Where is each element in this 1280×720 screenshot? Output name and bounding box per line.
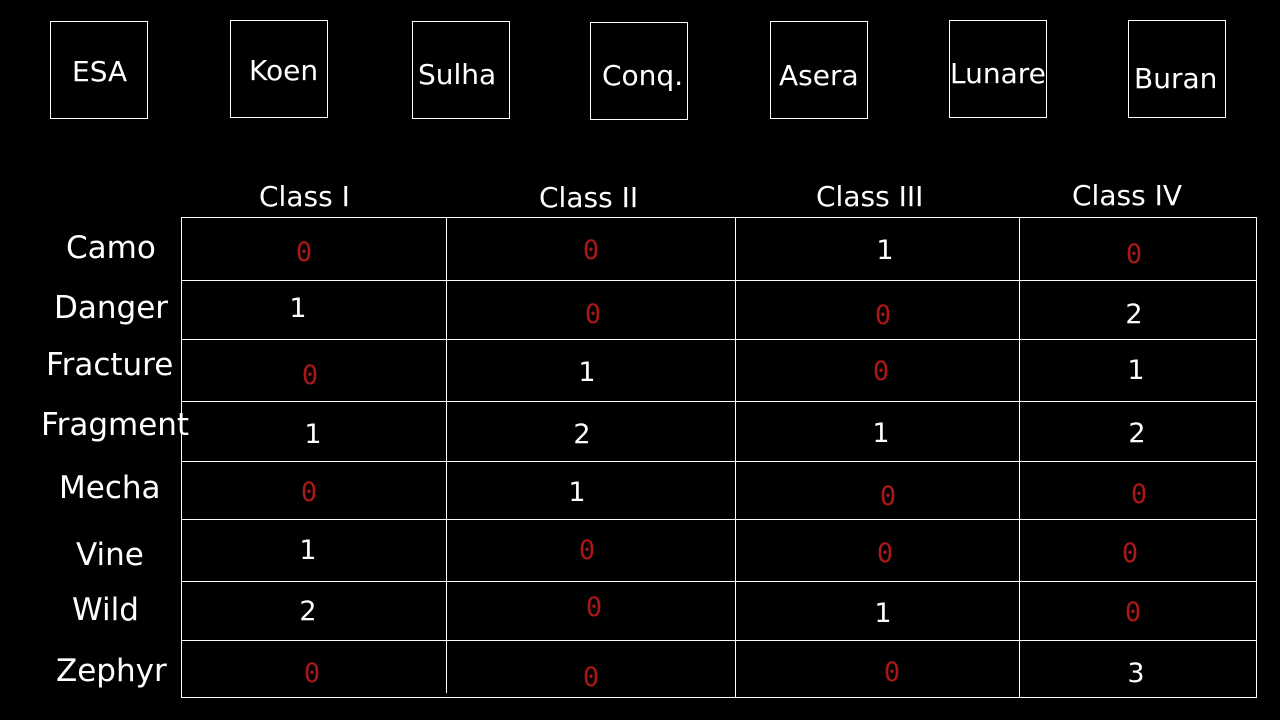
grid-line-left: [181, 217, 182, 698]
cell-value: 1: [874, 598, 892, 629]
grid-line: [181, 280, 1256, 281]
grid-line: [1019, 217, 1020, 698]
column-header-class-3: Class III: [816, 180, 924, 213]
cell-value: 0: [1124, 597, 1142, 628]
grid-line: [181, 461, 1256, 462]
cell-value: 0: [585, 592, 603, 623]
grid-line: [735, 217, 736, 698]
cell-value: 0: [301, 360, 319, 391]
cell-value: 3: [1127, 658, 1145, 689]
cell-value: 0: [1125, 239, 1143, 270]
cell-value: 0: [300, 477, 318, 508]
cell-value: 1: [304, 419, 322, 450]
grid-line: [181, 519, 1256, 520]
cell-value: 0: [578, 535, 596, 566]
cell-value: 1: [1127, 355, 1145, 386]
cell-value: 0: [879, 481, 897, 512]
grid-line-top: [181, 217, 1256, 218]
cell-value: 1: [299, 535, 317, 566]
cell-value: 1: [872, 418, 890, 449]
grid-line-right: [1256, 217, 1257, 698]
cell-value: 0: [584, 299, 602, 330]
grid-line: [181, 640, 1256, 641]
cell-value: 0: [883, 657, 901, 688]
column-header-class-2: Class II: [539, 181, 639, 214]
cell-value: 1: [568, 477, 586, 508]
cell-value: 2: [299, 596, 317, 627]
box-label-koen: Koen: [249, 54, 319, 87]
cell-value: 0: [872, 356, 890, 387]
row-label-mecha: Mecha: [59, 470, 161, 506]
row-label-zephyr: Zephyr: [56, 653, 167, 689]
box-label-buran: Buran: [1134, 62, 1218, 95]
cell-value: 0: [303, 658, 321, 689]
grid-line: [181, 339, 1256, 340]
cell-value: 0: [582, 662, 600, 693]
cell-value: 0: [1130, 479, 1148, 510]
cell-value: 1: [578, 357, 596, 388]
cell-value: 2: [1128, 418, 1146, 449]
column-header-class-1: Class I: [259, 180, 350, 213]
cell-value: 0: [876, 538, 894, 569]
box-label-sulha: Sulha: [418, 58, 497, 91]
row-label-fracture: Fracture: [46, 347, 174, 383]
cell-value: 0: [582, 235, 600, 266]
cell-value: 1: [289, 293, 307, 324]
box-label-esa: ESA: [72, 55, 128, 88]
cell-value: 0: [1121, 538, 1139, 569]
row-label-wild: Wild: [72, 592, 139, 628]
cell-value: 2: [1125, 299, 1143, 330]
cell-value: 0: [295, 237, 313, 268]
column-header-class-4: Class IV: [1072, 179, 1182, 212]
cell-value: 0: [874, 300, 892, 331]
row-label-fragment: Fragment: [41, 407, 190, 443]
grid-line-bottom: [181, 697, 1256, 698]
grid-line: [181, 581, 1256, 582]
cell-value: 1: [876, 235, 894, 266]
row-label-danger: Danger: [54, 290, 169, 326]
box-label-conq: Conq.: [602, 59, 684, 92]
row-label-vine: Vine: [76, 537, 144, 573]
grid-line: [181, 401, 1256, 402]
cell-value: 2: [573, 419, 591, 450]
grid-line: [446, 217, 447, 693]
box-label-lunare: Lunare: [950, 57, 1046, 90]
row-label-camo: Camo: [66, 230, 156, 266]
box-label-asera: Asera: [779, 59, 859, 92]
